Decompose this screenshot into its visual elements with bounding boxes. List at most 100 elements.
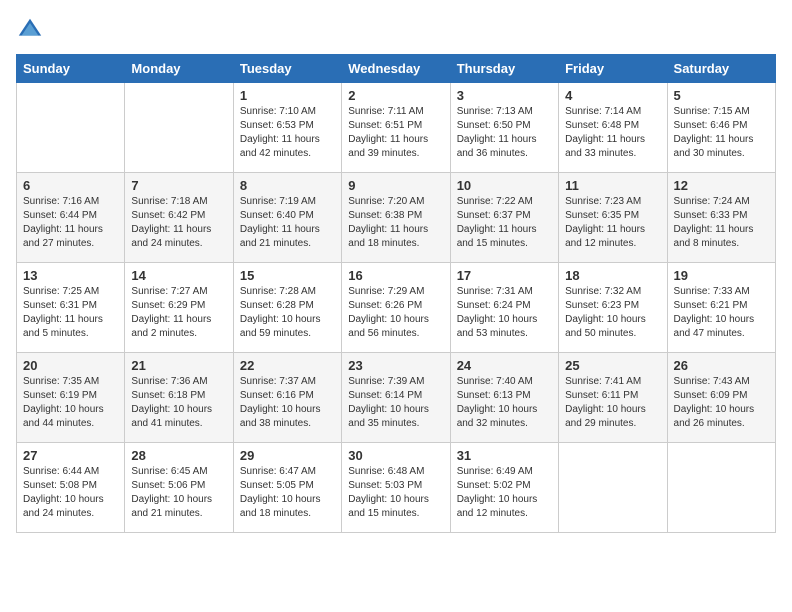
cell-info: Sunrise: 7:31 AM Sunset: 6:24 PM Dayligh… bbox=[457, 285, 552, 341]
calendar-cell bbox=[559, 443, 667, 533]
day-number: 27 bbox=[23, 448, 118, 463]
day-number: 10 bbox=[457, 178, 552, 193]
calendar-week-row: 6 Sunrise: 7:16 AM Sunset: 6:44 PM Daylig… bbox=[17, 173, 776, 263]
day-number: 29 bbox=[240, 448, 335, 463]
day-number: 23 bbox=[348, 358, 443, 373]
calendar-cell: 3 Sunrise: 7:13 AM Sunset: 6:50 PM Daylig… bbox=[450, 83, 558, 173]
cell-info: Sunrise: 7:24 AM Sunset: 6:33 PM Dayligh… bbox=[674, 195, 769, 251]
day-header-tuesday: Tuesday bbox=[233, 55, 341, 83]
day-number: 9 bbox=[348, 178, 443, 193]
cell-info: Sunrise: 7:40 AM Sunset: 6:13 PM Dayligh… bbox=[457, 375, 552, 431]
day-number: 15 bbox=[240, 268, 335, 283]
day-header-monday: Monday bbox=[125, 55, 233, 83]
calendar-cell: 18Sunrise: 7:32 AM Sunset: 6:23 PM Dayli… bbox=[559, 263, 667, 353]
cell-info: Sunrise: 7:15 AM Sunset: 6:46 PM Dayligh… bbox=[674, 105, 769, 161]
day-number: 1 bbox=[240, 88, 335, 103]
cell-info: Sunrise: 7:33 AM Sunset: 6:21 PM Dayligh… bbox=[674, 285, 769, 341]
calendar-cell: 26 Sunrise: 7:43 AM Sunset: 6:09 PM Dayli… bbox=[667, 353, 775, 443]
calendar-cell: 4 Sunrise: 7:14 AM Sunset: 6:48 PM Daylig… bbox=[559, 83, 667, 173]
day-number: 7 bbox=[131, 178, 226, 193]
cell-info: Sunrise: 7:32 AM Sunset: 6:23 PM Dayligh… bbox=[565, 285, 660, 341]
calendar-cell: 24Sunrise: 7:40 AM Sunset: 6:13 PM Dayli… bbox=[450, 353, 558, 443]
calendar-cell: 31 Sunrise: 6:49 AM Sunset: 5:02 PM Dayli… bbox=[450, 443, 558, 533]
cell-info: Sunrise: 6:48 AM Sunset: 5:03 PM Dayligh… bbox=[348, 465, 443, 521]
cell-info: Sunrise: 7:27 AM Sunset: 6:29 PM Dayligh… bbox=[131, 285, 226, 341]
day-header-saturday: Saturday bbox=[667, 55, 775, 83]
calendar-cell: 15Sunrise: 7:28 AM Sunset: 6:28 PM Dayli… bbox=[233, 263, 341, 353]
cell-info: Sunrise: 7:29 AM Sunset: 6:26 PM Dayligh… bbox=[348, 285, 443, 341]
day-number: 6 bbox=[23, 178, 118, 193]
calendar-cell: 9 Sunrise: 7:20 AM Sunset: 6:38 PM Daylig… bbox=[342, 173, 450, 263]
calendar-cell: 11Sunrise: 7:23 AM Sunset: 6:35 PM Dayli… bbox=[559, 173, 667, 263]
day-number: 14 bbox=[131, 268, 226, 283]
day-header-thursday: Thursday bbox=[450, 55, 558, 83]
calendar-cell: 27 Sunrise: 6:44 AM Sunset: 5:08 PM Dayli… bbox=[17, 443, 125, 533]
calendar-cell: 6 Sunrise: 7:16 AM Sunset: 6:44 PM Daylig… bbox=[17, 173, 125, 263]
day-number: 3 bbox=[457, 88, 552, 103]
cell-info: Sunrise: 7:20 AM Sunset: 6:38 PM Dayligh… bbox=[348, 195, 443, 251]
calendar-week-row: 27 Sunrise: 6:44 AM Sunset: 5:08 PM Dayli… bbox=[17, 443, 776, 533]
cell-info: Sunrise: 7:43 AM Sunset: 6:09 PM Dayligh… bbox=[674, 375, 769, 431]
cell-info: Sunrise: 7:13 AM Sunset: 6:50 PM Dayligh… bbox=[457, 105, 552, 161]
cell-info: Sunrise: 7:18 AM Sunset: 6:42 PM Dayligh… bbox=[131, 195, 226, 251]
calendar-header: SundayMondayTuesdayWednesdayThursdayFrid… bbox=[17, 55, 776, 83]
day-number: 17 bbox=[457, 268, 552, 283]
day-number: 2 bbox=[348, 88, 443, 103]
cell-info: Sunrise: 7:11 AM Sunset: 6:51 PM Dayligh… bbox=[348, 105, 443, 161]
day-number: 12 bbox=[674, 178, 769, 193]
cell-info: Sunrise: 7:22 AM Sunset: 6:37 PM Dayligh… bbox=[457, 195, 552, 251]
calendar-week-row: 1 Sunrise: 7:10 AM Sunset: 6:53 PM Daylig… bbox=[17, 83, 776, 173]
calendar-cell: 29Sunrise: 6:47 AM Sunset: 5:05 PM Dayli… bbox=[233, 443, 341, 533]
calendar-cell: 21 Sunrise: 7:36 AM Sunset: 6:18 PM Dayli… bbox=[125, 353, 233, 443]
calendar-table: SundayMondayTuesdayWednesdayThursdayFrid… bbox=[16, 54, 776, 533]
day-number: 5 bbox=[674, 88, 769, 103]
cell-info: Sunrise: 6:44 AM Sunset: 5:08 PM Dayligh… bbox=[23, 465, 118, 521]
calendar-week-row: 20Sunrise: 7:35 AM Sunset: 6:19 PM Dayli… bbox=[17, 353, 776, 443]
cell-info: Sunrise: 7:14 AM Sunset: 6:48 PM Dayligh… bbox=[565, 105, 660, 161]
header-row: SundayMondayTuesdayWednesdayThursdayFrid… bbox=[17, 55, 776, 83]
calendar-cell: 12 Sunrise: 7:24 AM Sunset: 6:33 PM Dayli… bbox=[667, 173, 775, 263]
calendar-cell: 23 Sunrise: 7:39 AM Sunset: 6:14 PM Dayli… bbox=[342, 353, 450, 443]
day-number: 26 bbox=[674, 358, 769, 373]
day-number: 31 bbox=[457, 448, 552, 463]
day-header-friday: Friday bbox=[559, 55, 667, 83]
cell-info: Sunrise: 6:45 AM Sunset: 5:06 PM Dayligh… bbox=[131, 465, 226, 521]
day-number: 21 bbox=[131, 358, 226, 373]
calendar-cell: 17 Sunrise: 7:31 AM Sunset: 6:24 PM Dayli… bbox=[450, 263, 558, 353]
calendar-cell: 7 Sunrise: 7:18 AM Sunset: 6:42 PM Daylig… bbox=[125, 173, 233, 263]
calendar-cell bbox=[667, 443, 775, 533]
calendar-cell: 5 Sunrise: 7:15 AM Sunset: 6:46 PM Daylig… bbox=[667, 83, 775, 173]
day-number: 25 bbox=[565, 358, 660, 373]
calendar-cell: 16Sunrise: 7:29 AM Sunset: 6:26 PM Dayli… bbox=[342, 263, 450, 353]
calendar-cell: 28 Sunrise: 6:45 AM Sunset: 5:06 PM Dayli… bbox=[125, 443, 233, 533]
calendar-cell: 1 Sunrise: 7:10 AM Sunset: 6:53 PM Daylig… bbox=[233, 83, 341, 173]
calendar-cell: 13 Sunrise: 7:25 AM Sunset: 6:31 PM Dayli… bbox=[17, 263, 125, 353]
day-header-sunday: Sunday bbox=[17, 55, 125, 83]
cell-info: Sunrise: 7:35 AM Sunset: 6:19 PM Dayligh… bbox=[23, 375, 118, 431]
logo bbox=[16, 16, 48, 44]
day-number: 8 bbox=[240, 178, 335, 193]
calendar-cell: 30 Sunrise: 6:48 AM Sunset: 5:03 PM Dayli… bbox=[342, 443, 450, 533]
cell-info: Sunrise: 7:39 AM Sunset: 6:14 PM Dayligh… bbox=[348, 375, 443, 431]
day-number: 22 bbox=[240, 358, 335, 373]
cell-info: Sunrise: 7:25 AM Sunset: 6:31 PM Dayligh… bbox=[23, 285, 118, 341]
day-number: 19 bbox=[674, 268, 769, 283]
calendar-cell: 8 Sunrise: 7:19 AM Sunset: 6:40 PM Daylig… bbox=[233, 173, 341, 263]
cell-info: Sunrise: 7:16 AM Sunset: 6:44 PM Dayligh… bbox=[23, 195, 118, 251]
calendar-body: 1 Sunrise: 7:10 AM Sunset: 6:53 PM Daylig… bbox=[17, 83, 776, 533]
calendar-cell: 2 Sunrise: 7:11 AM Sunset: 6:51 PM Daylig… bbox=[342, 83, 450, 173]
day-number: 4 bbox=[565, 88, 660, 103]
cell-info: Sunrise: 7:36 AM Sunset: 6:18 PM Dayligh… bbox=[131, 375, 226, 431]
cell-info: Sunrise: 7:19 AM Sunset: 6:40 PM Dayligh… bbox=[240, 195, 335, 251]
calendar-week-row: 13 Sunrise: 7:25 AM Sunset: 6:31 PM Dayli… bbox=[17, 263, 776, 353]
day-number: 30 bbox=[348, 448, 443, 463]
day-number: 13 bbox=[23, 268, 118, 283]
calendar-cell: 22Sunrise: 7:37 AM Sunset: 6:16 PM Dayli… bbox=[233, 353, 341, 443]
cell-info: Sunrise: 7:10 AM Sunset: 6:53 PM Dayligh… bbox=[240, 105, 335, 161]
calendar-cell: 20Sunrise: 7:35 AM Sunset: 6:19 PM Dayli… bbox=[17, 353, 125, 443]
cell-info: Sunrise: 7:41 AM Sunset: 6:11 PM Dayligh… bbox=[565, 375, 660, 431]
calendar-cell: 14 Sunrise: 7:27 AM Sunset: 6:29 PM Dayli… bbox=[125, 263, 233, 353]
day-number: 28 bbox=[131, 448, 226, 463]
cell-info: Sunrise: 6:49 AM Sunset: 5:02 PM Dayligh… bbox=[457, 465, 552, 521]
day-number: 11 bbox=[565, 178, 660, 193]
